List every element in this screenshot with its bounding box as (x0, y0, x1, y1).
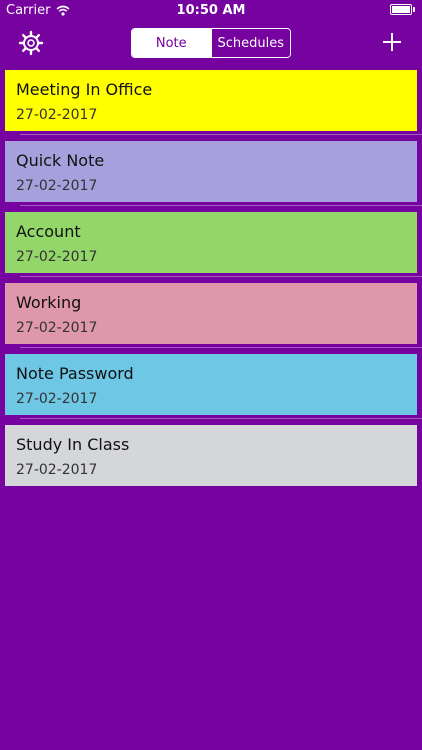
settings-button[interactable] (18, 30, 44, 56)
note-date: 27-02-2017 (16, 320, 98, 336)
status-bar: Carrier 10:50 AM (0, 0, 422, 22)
notes-list: Meeting In Office 27-02-2017 Quick Note … (0, 64, 422, 490)
note-title: Meeting In Office (16, 80, 153, 99)
battery-tip (413, 7, 415, 12)
note-card-note-password[interactable]: Note Password 27-02-2017 (5, 354, 417, 415)
note-row: Study In Class 27-02-2017 (0, 419, 422, 490)
note-date: 27-02-2017 (16, 391, 98, 407)
note-card-meeting-in-office[interactable]: Meeting In Office 27-02-2017 (5, 70, 417, 131)
note-card-study-in-class[interactable]: Study In Class 27-02-2017 (5, 425, 417, 486)
note-card-account[interactable]: Account 27-02-2017 (5, 212, 417, 273)
note-row: Account 27-02-2017 (0, 206, 422, 277)
note-card-working[interactable]: Working 27-02-2017 (5, 283, 417, 344)
gear-icon (18, 30, 44, 56)
note-title: Working (16, 293, 82, 312)
segment-schedules[interactable]: Schedules (210, 29, 290, 57)
add-note-button[interactable] (380, 30, 404, 54)
note-date: 27-02-2017 (16, 462, 98, 478)
note-title: Quick Note (16, 151, 105, 170)
note-title: Account (16, 222, 81, 241)
note-schedules-segmented-control: Note Schedules (131, 28, 291, 58)
battery-fill (392, 6, 410, 13)
note-date: 27-02-2017 (16, 249, 98, 265)
note-date: 27-02-2017 (16, 107, 98, 123)
note-row: Meeting In Office 27-02-2017 (0, 64, 422, 135)
segment-note[interactable]: Note (132, 29, 211, 57)
note-row: Note Password 27-02-2017 (0, 348, 422, 419)
note-card-quick-note[interactable]: Quick Note 27-02-2017 (5, 141, 417, 202)
navigation-bar: Note Schedules (0, 22, 422, 64)
note-row: Quick Note 27-02-2017 (0, 135, 422, 206)
note-title: Note Password (16, 364, 134, 383)
plus-icon (383, 33, 401, 51)
note-row: Working 27-02-2017 (0, 277, 422, 348)
note-title: Study In Class (16, 435, 130, 454)
note-date: 27-02-2017 (16, 178, 98, 194)
status-time: 10:50 AM (176, 3, 246, 18)
battery-icon (390, 4, 416, 16)
